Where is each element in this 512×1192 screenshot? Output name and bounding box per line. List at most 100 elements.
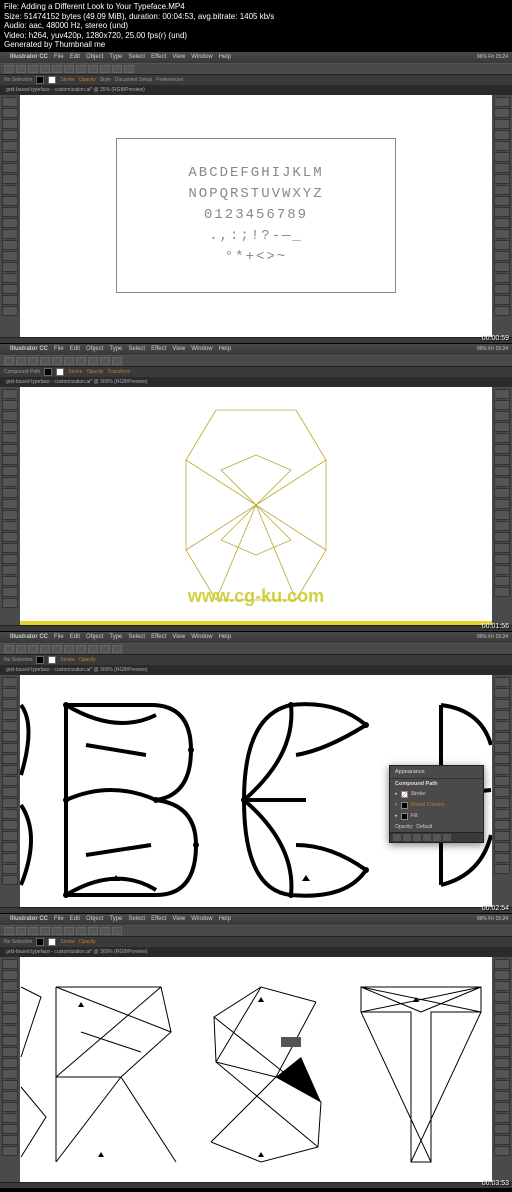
menu-effect[interactable]: Effect — [151, 346, 166, 352]
tb-btn[interactable] — [100, 357, 110, 365]
tool-btn[interactable] — [2, 765, 18, 775]
tb-btn[interactable] — [76, 645, 86, 653]
menu-type[interactable]: Type — [109, 916, 122, 922]
tool-btn[interactable] — [2, 532, 18, 542]
tb-btn[interactable] — [100, 65, 110, 73]
stroke-swatch[interactable] — [48, 656, 56, 664]
canvas[interactable]: ABCDEFGHIJKLM NOPQRSTUVWXYZ 0123456789 .… — [20, 95, 492, 337]
menu-object[interactable]: Object — [86, 346, 103, 352]
panel-btn[interactable] — [494, 510, 510, 520]
app-name[interactable]: Illustrator CC — [10, 346, 48, 352]
tb-btn[interactable] — [40, 357, 50, 365]
tool-btn[interactable] — [2, 732, 18, 742]
panel-btn[interactable] — [494, 809, 510, 819]
tool-btn[interactable] — [2, 831, 18, 841]
panel-btn[interactable] — [494, 1124, 510, 1134]
gradient-tool[interactable] — [2, 295, 18, 305]
menu-effect[interactable]: Effect — [151, 916, 166, 922]
tool-btn[interactable] — [2, 598, 18, 608]
geometric-letter-shape[interactable] — [166, 400, 346, 612]
panel-btn[interactable] — [494, 820, 510, 830]
tool-btn[interactable] — [2, 521, 18, 531]
fill-row-2[interactable]: ▸ Fill: — [390, 811, 483, 822]
panel-btn[interactable] — [494, 765, 510, 775]
stroke-swatch-icon[interactable] — [401, 791, 408, 798]
tool-btn[interactable] — [2, 1080, 18, 1090]
panel-btn[interactable] — [494, 1036, 510, 1046]
tool-btn[interactable] — [2, 510, 18, 520]
tb-btn[interactable] — [76, 357, 86, 365]
menu-type[interactable]: Type — [109, 346, 122, 352]
lasso-tool[interactable] — [2, 130, 18, 140]
trash-icon[interactable] — [443, 834, 451, 841]
panel-btn[interactable] — [494, 218, 510, 228]
tool-btn[interactable] — [2, 1091, 18, 1101]
tb-btn[interactable] — [16, 357, 26, 365]
menu-object[interactable]: Object — [86, 634, 103, 640]
panel-btn[interactable] — [494, 959, 510, 969]
panel-btn[interactable] — [494, 1003, 510, 1013]
panel-btn[interactable] — [494, 798, 510, 808]
panel-btn[interactable] — [494, 444, 510, 454]
panel-btn[interactable] — [494, 1091, 510, 1101]
tb-btn[interactable] — [52, 357, 62, 365]
tool-btn[interactable] — [2, 1003, 18, 1013]
tool-btn[interactable] — [2, 820, 18, 830]
menu-select[interactable]: Select — [128, 634, 145, 640]
tb-btn[interactable] — [64, 927, 74, 935]
line-tool[interactable] — [2, 163, 18, 173]
panel-btn[interactable] — [494, 477, 510, 487]
tool-btn[interactable] — [2, 422, 18, 432]
panel-btn[interactable] — [494, 499, 510, 509]
menu-file[interactable]: File — [54, 346, 64, 352]
panel-btn[interactable] — [494, 677, 510, 687]
panel-footer-btn[interactable] — [393, 834, 401, 841]
tool-btn[interactable] — [2, 1014, 18, 1024]
menu-view[interactable]: View — [172, 634, 185, 640]
tool-btn[interactable] — [2, 970, 18, 980]
panel-footer-btn[interactable] — [433, 834, 441, 841]
free-transform-tool[interactable] — [2, 251, 18, 261]
tb-btn[interactable] — [100, 927, 110, 935]
document-tab[interactable]: grid-based typeface - customization.ai* … — [0, 85, 512, 95]
tool-btn[interactable] — [2, 842, 18, 852]
panel-btn[interactable] — [494, 743, 510, 753]
opacity-label[interactable]: Opacity — [79, 939, 96, 945]
panel-btn[interactable] — [494, 521, 510, 531]
tool-btn[interactable] — [2, 477, 18, 487]
menu-object[interactable]: Object — [86, 54, 103, 60]
tool-btn[interactable] — [2, 677, 18, 687]
tb-btn[interactable] — [100, 645, 110, 653]
tool-btn[interactable] — [2, 809, 18, 819]
tb-btn[interactable] — [112, 65, 122, 73]
letters-r-s-t-artwork[interactable] — [20, 957, 492, 1182]
tool-btn[interactable] — [2, 499, 18, 509]
tool-btn[interactable] — [2, 488, 18, 498]
tb-btn[interactable] — [52, 927, 62, 935]
tb-btn[interactable] — [112, 927, 122, 935]
tb-btn[interactable] — [88, 65, 98, 73]
menu-window[interactable]: Window — [191, 634, 212, 640]
panel-btn[interactable] — [494, 1113, 510, 1123]
panel-footer-btn[interactable] — [413, 834, 421, 841]
pen-tool[interactable] — [2, 141, 18, 151]
tool-btn[interactable] — [2, 1069, 18, 1079]
transform-label[interactable]: Transform — [108, 369, 131, 375]
panel-btn[interactable] — [494, 970, 510, 980]
eyedropper-tool[interactable] — [2, 306, 18, 316]
tb-btn[interactable] — [16, 65, 26, 73]
rect-tool[interactable] — [2, 174, 18, 184]
panel-btn[interactable] — [494, 422, 510, 432]
panel-btn[interactable] — [494, 411, 510, 421]
mesh-tool[interactable] — [2, 284, 18, 294]
stroke-row[interactable]: ▸ Stroke: — [390, 789, 483, 800]
tb-btn[interactable] — [88, 357, 98, 365]
tool-btn[interactable] — [2, 587, 18, 597]
tool-btn[interactable] — [2, 576, 18, 586]
tool-btn[interactable] — [2, 864, 18, 874]
pencil-tool[interactable] — [2, 196, 18, 206]
menu-edit[interactable]: Edit — [70, 54, 80, 60]
app-name[interactable]: Illustrator CC — [10, 916, 48, 922]
panel-btn[interactable] — [494, 389, 510, 399]
fill-swatch-icon[interactable] — [401, 802, 408, 809]
